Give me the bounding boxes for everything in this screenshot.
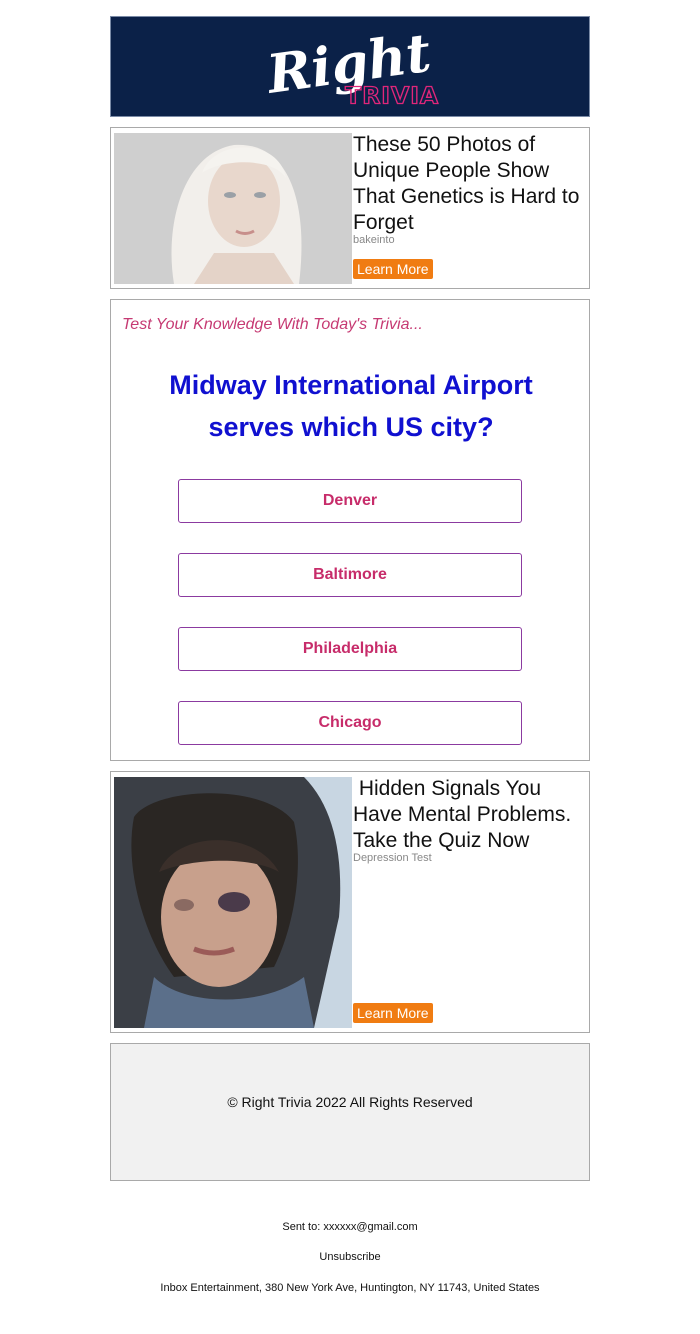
quiz-kicker: Test Your Knowledge With Today's Trivia.… <box>122 316 423 333</box>
company-address: Inbox Entertainment, 380 New York Ave, H… <box>160 1282 540 1294</box>
ad-headline[interactable]: These 50 Photos of Unique People Show Th… <box>353 132 585 236</box>
answer-button-chicago[interactable]: Chicago <box>178 701 522 745</box>
header-banner[interactable]: Right TRIVIA <box>110 16 590 117</box>
sponsored-ad-card[interactable]: These 50 Photos of Unique People Show Th… <box>110 127 590 289</box>
answer-button-philadelphia[interactable]: Philadelphia <box>178 627 522 671</box>
email-page: Right TRIVIA These 50 Photos of Unique P… <box>0 0 700 1334</box>
ad-text-block: These 50 Photos of Unique People Show Th… <box>353 132 585 246</box>
ad-image[interactable] <box>114 777 352 1028</box>
ad-image[interactable] <box>114 133 352 284</box>
ad-headline[interactable]: Hidden Signals You Have Mental Problems.… <box>353 776 585 854</box>
learn-more-button[interactable]: Learn More <box>353 1003 433 1023</box>
answer-button-denver[interactable]: Denver <box>178 479 522 523</box>
sent-to-text: Sent to: xxxxxx@gmail.com <box>282 1221 418 1233</box>
quiz-question: Midway International Airport serves whic… <box>169 370 533 442</box>
answer-button-baltimore[interactable]: Baltimore <box>178 553 522 597</box>
learn-more-button[interactable]: Learn More <box>353 259 433 279</box>
copyright-text: © Right Trivia 2022 All Rights Reserved <box>227 1094 473 1110</box>
unsubscribe-link[interactable]: Unsubscribe <box>0 1251 700 1263</box>
ad-source: bakeinto <box>353 234 395 246</box>
trivia-quiz-card: Test Your Knowledge With Today's Trivia.… <box>110 299 590 761</box>
sponsored-ad-card[interactable]: Hidden Signals You Have Mental Problems.… <box>110 771 590 1033</box>
footer-box: © Right Trivia 2022 All Rights Reserved <box>110 1043 590 1181</box>
ad-text-block: Hidden Signals You Have Mental Problems.… <box>353 776 585 864</box>
right-trivia-logo: Right TRIVIA <box>261 22 439 110</box>
logo-sub-text: TRIVIA <box>345 81 439 109</box>
